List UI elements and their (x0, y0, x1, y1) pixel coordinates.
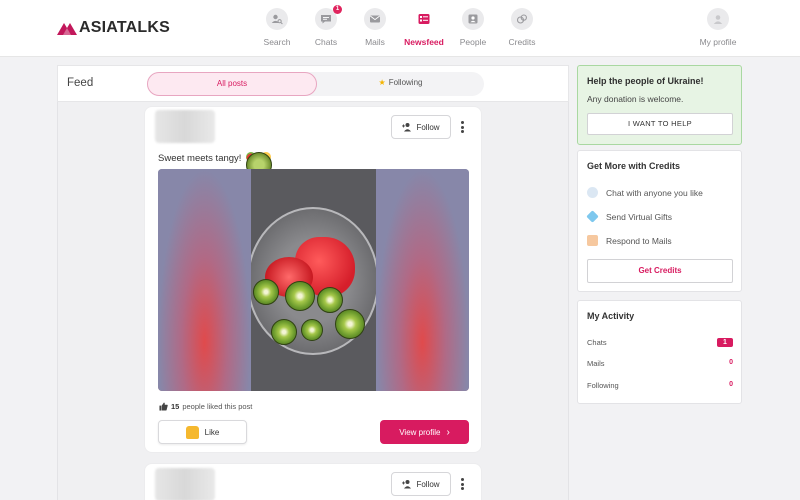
photo-blur-left (158, 169, 251, 391)
activity-label: Mails (587, 359, 605, 368)
tab-all-posts[interactable]: All posts (147, 72, 317, 96)
activity-value: 0 (729, 381, 733, 388)
i-want-to-help-button[interactable]: I WANT TO HELP (587, 113, 733, 135)
ukraine-donation-card: Help the people of Ukraine! Any donation… (577, 65, 742, 145)
view-profile-label: View profile (399, 427, 441, 437)
like-button[interactable]: Like (158, 420, 247, 444)
star-icon: ★ (378, 78, 386, 87)
likes-text: people liked this post (182, 402, 253, 411)
top-header: ASIATALKS Search 1 Chats Mails Newsfeed … (0, 0, 800, 57)
follow-button[interactable]: Follow (391, 115, 451, 139)
people-icon (462, 8, 484, 30)
tab-following[interactable]: ★ Following (317, 72, 484, 96)
follow-label: Follow (416, 122, 440, 132)
get-credits-button[interactable]: Get Credits (587, 259, 733, 283)
ukraine-subtitle: Any donation is welcome. (587, 94, 684, 104)
post-menu-icon[interactable] (455, 476, 469, 492)
likes-summary: 15 people liked this post (159, 402, 252, 411)
envelope-icon (587, 235, 598, 246)
nav-label: My profile (699, 37, 737, 47)
feed-bar: Feed All posts ★ Following (57, 65, 569, 102)
nav-my-profile[interactable]: My profile (688, 8, 748, 47)
credits-title: Get More with Credits (587, 161, 681, 171)
post-menu-icon[interactable] (455, 119, 469, 135)
feature-label: Respond to Mails (606, 235, 672, 246)
caption-text: Sweet meets tangy! (158, 153, 242, 164)
newsfeed-icon (413, 8, 435, 30)
chat-icon: 1 (315, 5, 342, 30)
nav-credits[interactable]: Credits (492, 8, 552, 47)
activity-label: Chats (587, 338, 607, 347)
activity-value: 0 (729, 359, 733, 366)
blurred-author-avatar[interactable] (155, 110, 215, 143)
chevron-right-icon: › (446, 426, 450, 438)
post-caption: Sweet meets tangy! (158, 152, 273, 178)
photo-blur-right (376, 169, 469, 391)
follow-button[interactable]: Follow (391, 472, 451, 496)
feature-gifts: Send Virtual Gifts (586, 210, 672, 223)
activity-label: Following (587, 381, 619, 390)
post-card: Follow (144, 463, 482, 500)
feature-chat: Chat with anyone you like (587, 187, 703, 198)
feed-tabs: All posts ★ Following (147, 72, 484, 96)
post-card: Follow Sweet meets tangy! 15 people like… (144, 106, 482, 453)
ukraine-title: Help the people of Ukraine! (587, 76, 704, 86)
main-nav: Search 1 Chats Mails Newsfeed People Cre… (0, 5, 800, 52)
activity-value-badge: 1 (717, 338, 733, 347)
thumbs-up-emoji-icon (185, 425, 199, 439)
search-person-icon (266, 8, 288, 30)
activity-row-mails[interactable]: Mails 0 (587, 359, 733, 368)
tab-following-label: Following (388, 78, 423, 87)
photo-fruit-bowl (251, 169, 376, 391)
diamond-gift-icon (586, 210, 599, 223)
like-label: Like (204, 427, 220, 437)
post-photo[interactable] (158, 169, 469, 391)
add-person-icon (402, 123, 412, 132)
feed-title: Feed (67, 77, 94, 89)
thumbs-up-icon (159, 402, 168, 411)
mail-icon (364, 8, 386, 30)
activity-card: My Activity Chats 1 Mails 0 Following 0 (577, 300, 742, 404)
feature-label: Send Virtual Gifts (606, 211, 672, 222)
view-profile-button[interactable]: View profile › (380, 420, 469, 444)
follow-label: Follow (416, 479, 440, 489)
credits-card: Get More with Credits Chat with anyone y… (577, 150, 742, 292)
nav-label: Credits (508, 37, 536, 47)
activity-row-chats[interactable]: Chats 1 (587, 338, 733, 347)
add-person-icon (402, 480, 412, 489)
profile-avatar-icon (707, 8, 729, 30)
chat-bubble-icon (587, 187, 598, 198)
blurred-author-avatar[interactable] (155, 468, 215, 500)
coins-icon (511, 8, 533, 30)
feature-label: Chat with anyone you like (606, 187, 703, 198)
chats-badge: 1 (333, 5, 342, 14)
activity-row-following[interactable]: Following 0 (587, 381, 733, 390)
likes-count: 15 (171, 402, 180, 411)
feature-mails: Respond to Mails (587, 235, 672, 246)
activity-title: My Activity (587, 311, 635, 321)
